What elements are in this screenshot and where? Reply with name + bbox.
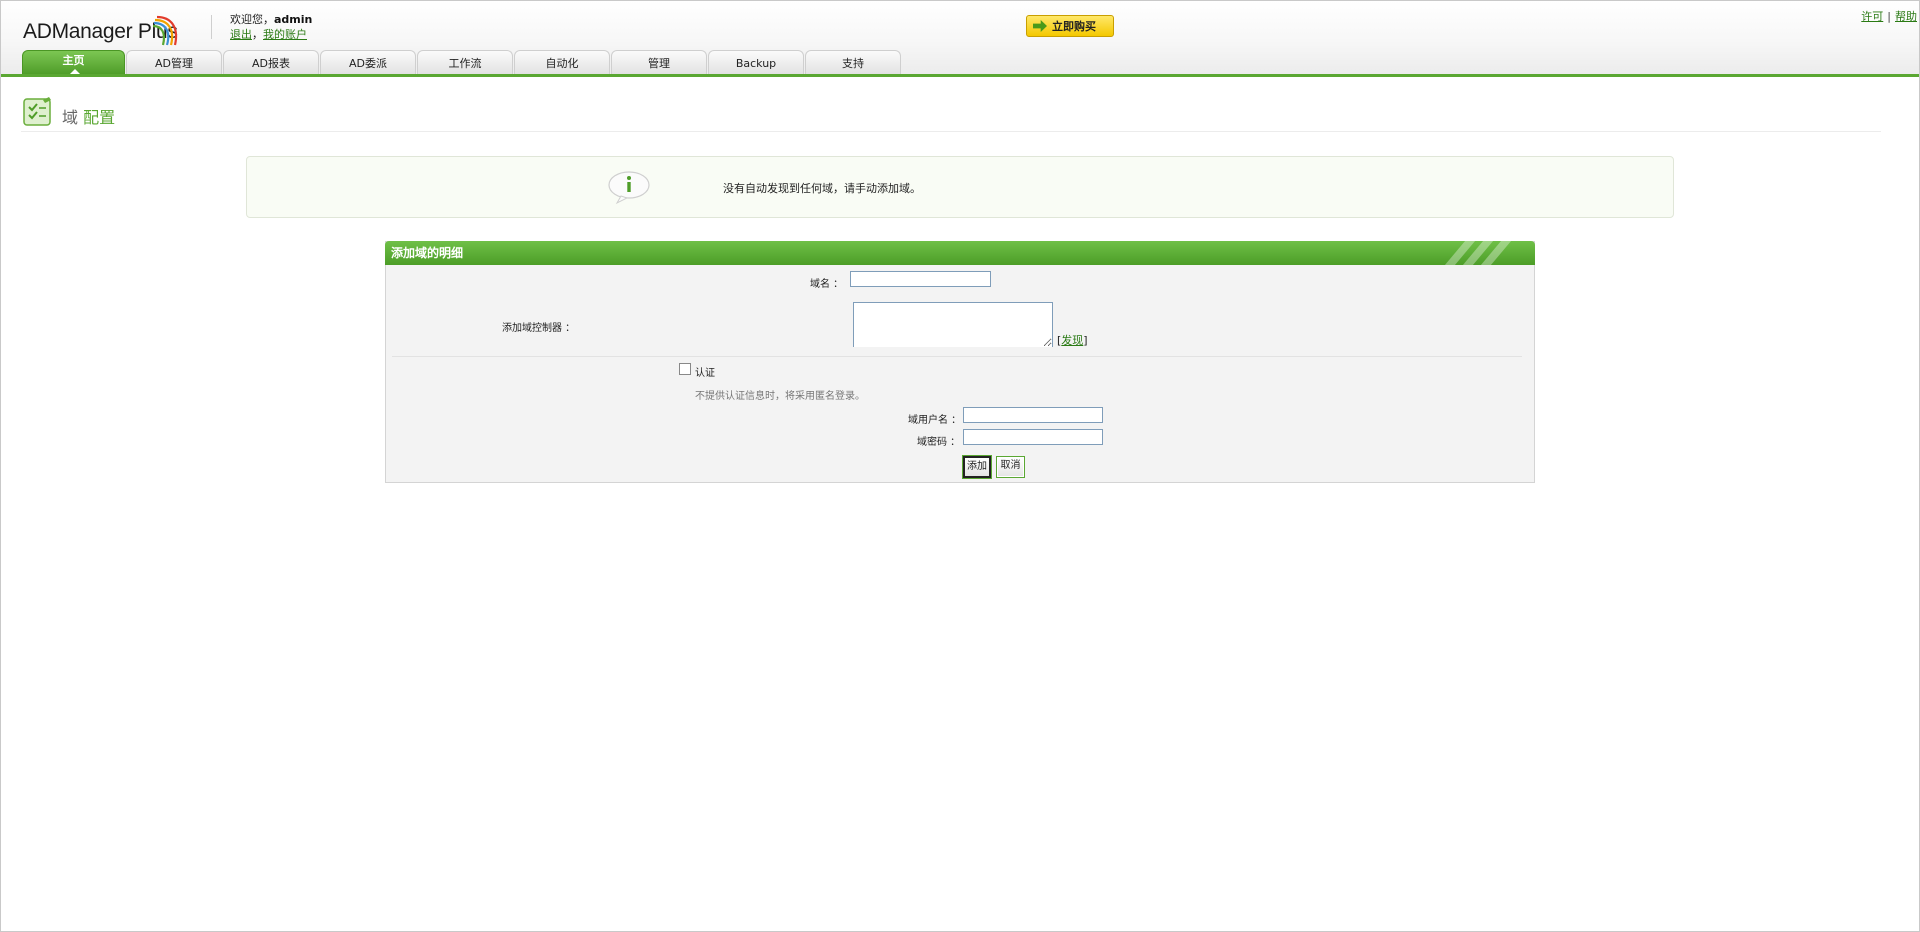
logout-link[interactable]: 退出: [230, 28, 252, 41]
auth-hint: 不提供认证信息时，将采用匿名登录。: [695, 391, 865, 402]
buy-now-button[interactable]: 立即购买: [1026, 15, 1114, 37]
tab-ad-management[interactable]: AD管理: [126, 50, 222, 74]
discover-link[interactable]: 发现: [1061, 334, 1083, 347]
domain-controller-label: 添加域控制器 ：: [502, 323, 576, 334]
tab-admin[interactable]: 管理: [611, 50, 707, 74]
header-bar: ADManager Plus 欢迎您，admin 退出，我的账户 立即购买 许可…: [1, 1, 1919, 77]
domain-name-input[interactable]: [850, 271, 991, 287]
tab-backup[interactable]: Backup: [708, 50, 804, 74]
panel-header: 添加域的明细: [385, 241, 1535, 265]
my-account-link[interactable]: 我的账户: [263, 28, 307, 41]
panel-header-title: 添加域的明细: [391, 246, 464, 260]
add-button[interactable]: 添加: [962, 455, 992, 479]
domain-username-label: 域用户名 ：: [908, 415, 962, 426]
account-sep: ，: [252, 28, 263, 41]
domain-password-input[interactable]: [963, 429, 1103, 445]
info-message-box: 没有自动发现到任何域，请手动添加域。: [246, 156, 1674, 218]
header-divider: [211, 15, 212, 39]
logo-arc-icon: [153, 15, 178, 46]
tab-workflow[interactable]: 工作流: [417, 50, 513, 74]
username: admin: [274, 13, 313, 26]
section-divider: [392, 356, 1522, 357]
add-domain-panel: 添加域的明细 域名 ： 添加域控制器 ： [发现] 认证 不提供认证信息时，将采…: [385, 241, 1535, 483]
welcome-text: 欢迎您，: [230, 13, 274, 26]
discover-link-wrap: [发现]: [1057, 332, 1088, 348]
domain-name-label: 域名 ：: [810, 279, 844, 290]
info-icon: [608, 171, 650, 205]
license-link[interactable]: 许可: [1861, 10, 1883, 23]
page-title-text: 域 配置: [62, 104, 115, 128]
auth-label: 认证: [695, 368, 715, 379]
tab-ad-delegation[interactable]: AD委派: [320, 50, 416, 74]
tab-home[interactable]: 主页: [22, 50, 125, 74]
main-tabs: 主页 AD管理 AD报表 AD委派 工作流 自动化 管理 Backup 支持: [22, 50, 902, 74]
top-links: 许可 | 帮助: [1861, 8, 1917, 24]
link-separator: |: [1887, 10, 1891, 23]
tab-support[interactable]: 支持: [805, 50, 901, 74]
domain-controller-textarea[interactable]: [853, 302, 1053, 347]
config-checklist-icon: [23, 97, 51, 126]
tab-automation[interactable]: 自动化: [514, 50, 610, 74]
title-part-domain: 域: [62, 108, 79, 127]
tab-ad-reports[interactable]: AD报表: [223, 50, 319, 74]
domain-username-input[interactable]: [963, 407, 1103, 423]
help-link[interactable]: 帮助: [1895, 10, 1917, 23]
domain-password-label: 域密码 ：: [917, 437, 961, 448]
buy-now-label: 立即购买: [1052, 20, 1096, 33]
bracket-close: ]: [1083, 334, 1088, 347]
info-message-text: 没有自动发现到任何域，请手动添加域。: [723, 182, 921, 195]
auth-checkbox[interactable]: [679, 363, 691, 375]
arrow-right-icon: [1033, 20, 1047, 32]
title-divider: [21, 131, 1881, 132]
title-part-config: 配置: [83, 108, 116, 127]
welcome-block: 欢迎您，admin 退出，我的账户: [230, 12, 312, 42]
cancel-button[interactable]: 取消: [996, 456, 1025, 478]
